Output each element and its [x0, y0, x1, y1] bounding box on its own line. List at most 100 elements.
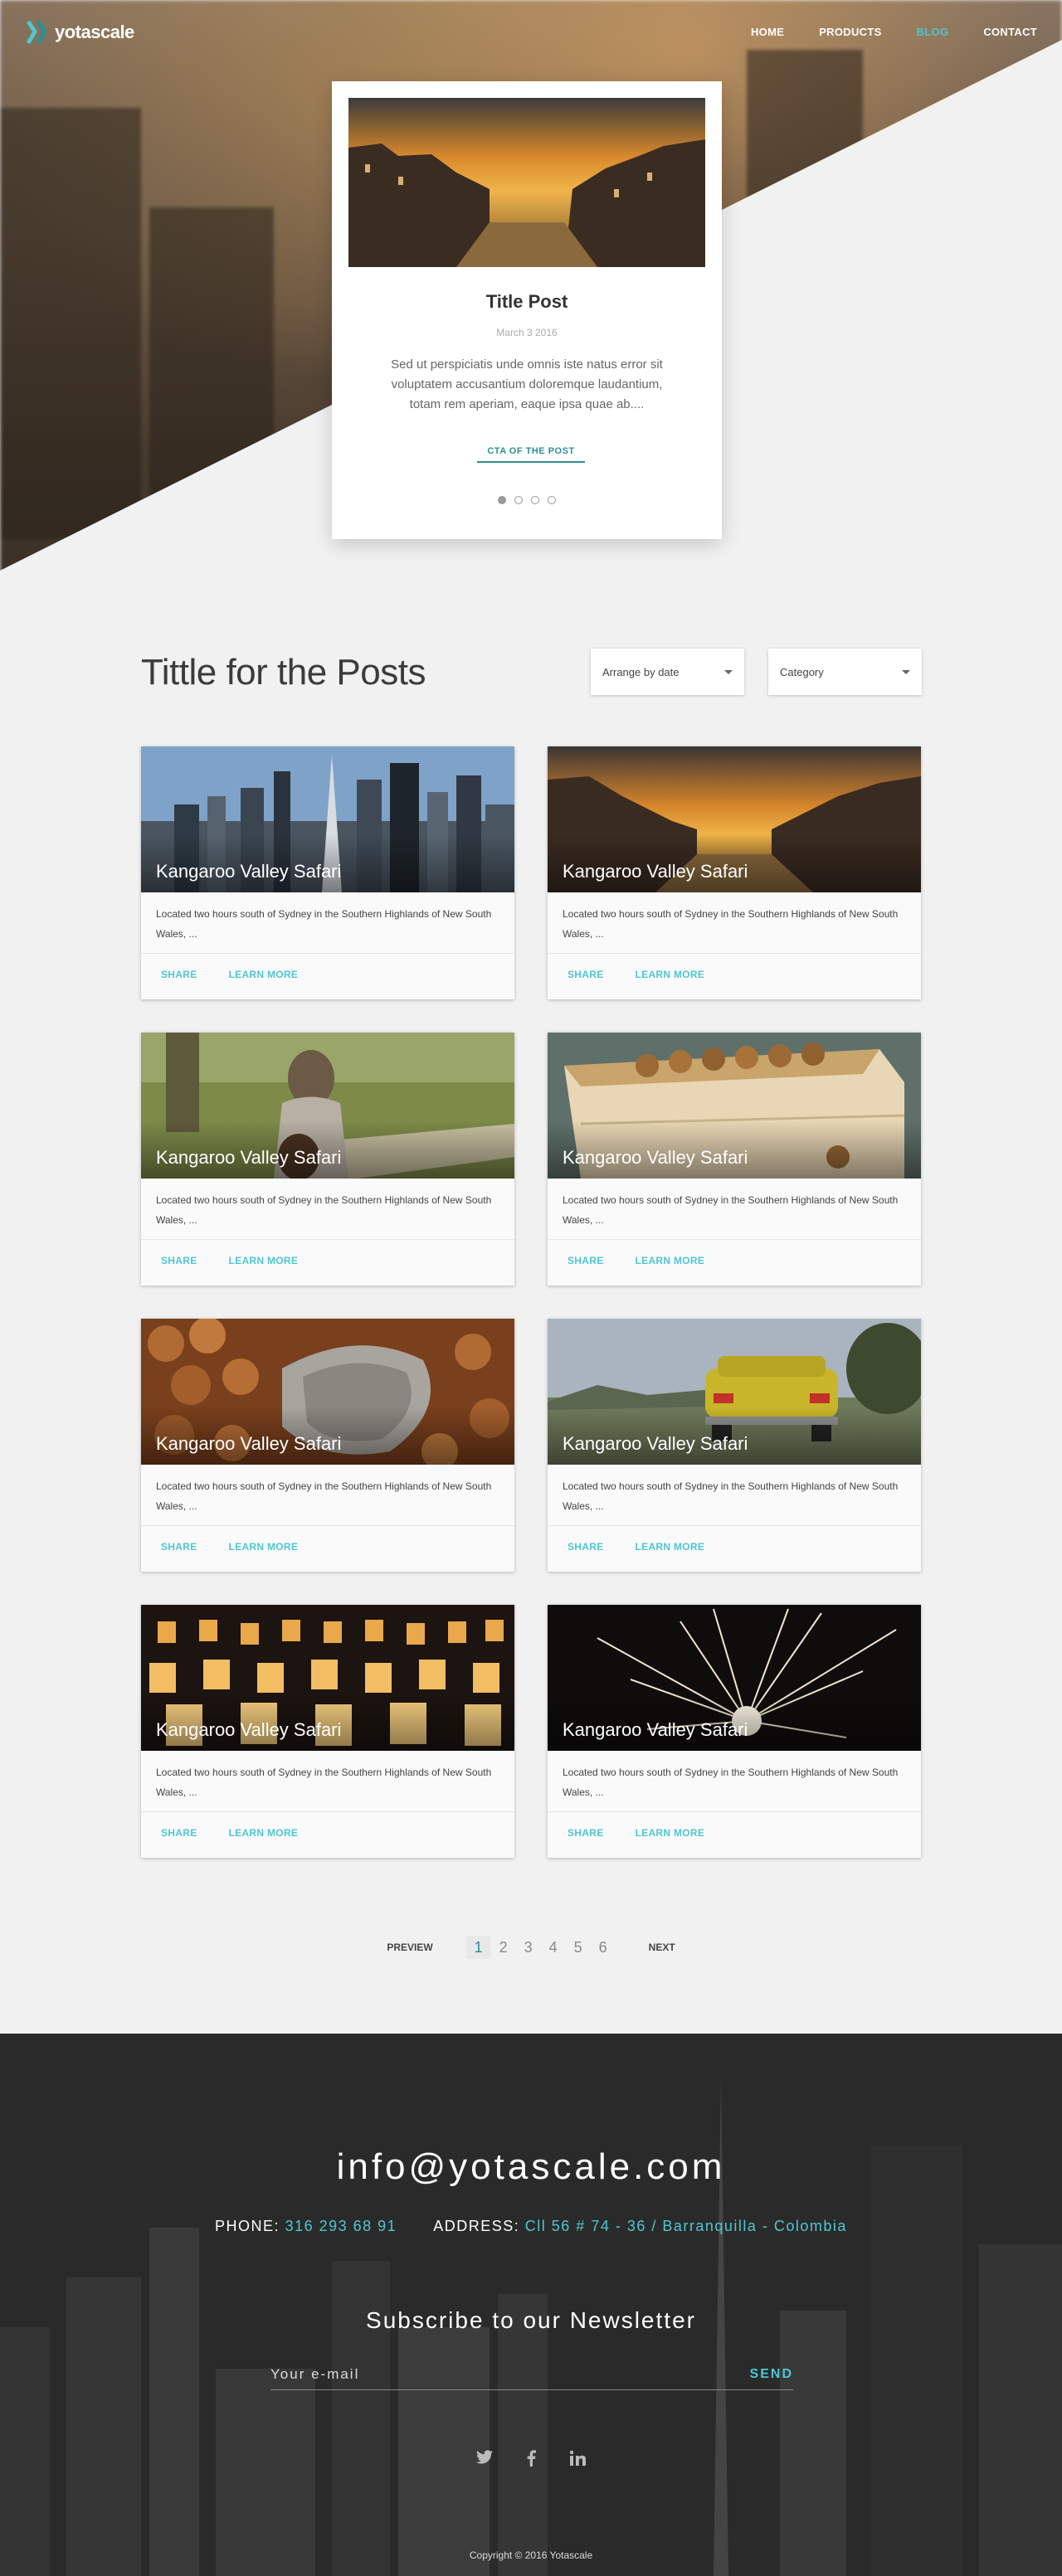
post-card-actions: SHARE LEARN MORE: [141, 1526, 514, 1567]
share-button[interactable]: SHARE: [568, 1827, 604, 1839]
post-card: Kangaroo Valley Safari Located two hours…: [548, 746, 921, 999]
logo[interactable]: yotascale: [23, 18, 134, 46]
post-card-actions: SHARE LEARN MORE: [548, 1240, 921, 1281]
logo-mark-icon: [23, 18, 50, 46]
learn-more-button[interactable]: LEARN MORE: [636, 1541, 705, 1553]
share-button[interactable]: SHARE: [568, 969, 604, 980]
post-card-actions: SHARE LEARN MORE: [548, 1526, 921, 1567]
post-image-girl-guitar[interactable]: Kangaroo Valley Safari: [141, 1033, 514, 1179]
posts-section: Tittle for the Posts Arrange by date Cat…: [0, 581, 1062, 2034]
carousel-dot[interactable]: [548, 496, 556, 504]
nav-link-home[interactable]: HOME: [751, 26, 784, 38]
share-button[interactable]: SHARE: [161, 1541, 197, 1553]
post-card-title[interactable]: Kangaroo Valley Safari: [156, 1719, 341, 1741]
nav-link-products[interactable]: PRODUCTS: [819, 26, 881, 38]
post-card: Kangaroo Valley Safari Located two hours…: [141, 746, 514, 999]
footer-email[interactable]: info@yotascale.com: [0, 2146, 1062, 2188]
caret-down-icon: [724, 669, 733, 674]
phone-value[interactable]: 316 293 68 91: [285, 2218, 397, 2234]
footer: info@yotascale.com PHONE: 316 293 68 91 …: [0, 2034, 1062, 2576]
page-link-6[interactable]: 6: [591, 1936, 616, 1959]
nav-link-blog[interactable]: BLOG: [917, 26, 949, 38]
post-image-walnut-crate[interactable]: Kangaroo Valley Safari: [548, 1033, 921, 1179]
post-card-title[interactable]: Kangaroo Valley Safari: [156, 1433, 341, 1455]
post-card-title[interactable]: Kangaroo Valley Safari: [156, 1147, 341, 1169]
page-link-3[interactable]: 3: [516, 1936, 541, 1959]
post-image-yellow-car[interactable]: Kangaroo Valley Safari: [548, 1319, 921, 1465]
page-link-5[interactable]: 5: [566, 1936, 591, 1959]
learn-more-button[interactable]: LEARN MORE: [636, 1827, 705, 1839]
learn-more-button[interactable]: LEARN MORE: [229, 1255, 299, 1266]
page-link-4[interactable]: 4: [541, 1936, 566, 1959]
posts-grid: Kangaroo Valley Safari Located two hours…: [141, 746, 921, 1858]
sort-select[interactable]: Arrange by date: [591, 649, 744, 695]
post-card-text: Located two hours south of Sydney in the…: [548, 1751, 921, 1812]
post-card-actions: SHARE LEARN MORE: [141, 1240, 514, 1281]
post-card-text: Located two hours south of Sydney in the…: [141, 1751, 514, 1812]
page-link-1[interactable]: 1: [465, 1936, 491, 1959]
post-card: Kangaroo Valley Safari Located two hours…: [141, 1605, 514, 1858]
linkedin-icon[interactable]: [568, 2450, 587, 2472]
nav-link-contact[interactable]: CONTACT: [983, 26, 1037, 38]
learn-more-button[interactable]: LEARN MORE: [229, 1541, 299, 1553]
share-button[interactable]: SHARE: [161, 1255, 197, 1266]
footer-contacts: PHONE: 316 293 68 91 ADDRESS: Cll 56 # 7…: [0, 2218, 1062, 2235]
social-links: [0, 2450, 1062, 2472]
post-card-text: Located two hours south of Sydney in the…: [548, 892, 921, 954]
footer-city-background: [0, 2034, 1062, 2576]
newsletter-form: SEND: [270, 2359, 793, 2390]
pagination-prev-button[interactable]: PREVIEW: [387, 1942, 432, 1953]
facebook-icon[interactable]: [522, 2450, 540, 2472]
post-card-actions: SHARE LEARN MORE: [141, 954, 514, 995]
address-label: ADDRESS:: [433, 2218, 520, 2234]
carousel-dot[interactable]: [531, 496, 539, 504]
featured-post-title[interactable]: Title Post: [332, 291, 722, 313]
pagination: PREVIEW 1 2 3 4 5 6 NEXT: [0, 1936, 1062, 1959]
posts-heading: Tittle for the Posts: [141, 652, 426, 693]
learn-more-button[interactable]: LEARN MORE: [636, 969, 705, 980]
learn-more-button[interactable]: LEARN MORE: [229, 1827, 299, 1839]
post-card-text: Located two hours south of Sydney in the…: [548, 1465, 921, 1526]
post-card-title[interactable]: Kangaroo Valley Safari: [156, 861, 341, 882]
featured-post-excerpt: Sed ut perspiciatis unde omnis iste natu…: [391, 357, 663, 411]
page-link-2[interactable]: 2: [491, 1936, 516, 1959]
newsletter-send-button[interactable]: SEND: [750, 2359, 793, 2389]
share-button[interactable]: SHARE: [161, 969, 197, 980]
share-button[interactable]: SHARE: [568, 1541, 604, 1553]
copyright: Copyright © 2016 Yotascale: [469, 2549, 593, 2561]
post-card-title[interactable]: Kangaroo Valley Safari: [563, 861, 748, 882]
address-value: Cll 56 # 74 - 36 / Barranquilla - Colomb…: [524, 2218, 847, 2234]
post-card-title[interactable]: Kangaroo Valley Safari: [563, 1433, 748, 1455]
carousel-dot[interactable]: [514, 496, 523, 504]
logo-text: yotascale: [55, 22, 134, 42]
post-image-sparkler[interactable]: Kangaroo Valley Safari: [548, 1605, 921, 1751]
phone-label: PHONE:: [215, 2218, 280, 2234]
newsletter-title: Subscribe to our Newsletter: [366, 2307, 696, 2333]
post-card: Kangaroo Valley Safari Located two hours…: [141, 1033, 514, 1286]
pagination-next-button[interactable]: NEXT: [649, 1942, 675, 1953]
featured-post-cta[interactable]: CTA OF THE POST: [477, 446, 585, 463]
twitter-icon[interactable]: [475, 2450, 494, 2472]
share-button[interactable]: SHARE: [568, 1255, 604, 1266]
post-image-hazelnut-scoop[interactable]: Kangaroo Valley Safari: [141, 1319, 514, 1465]
learn-more-button[interactable]: LEARN MORE: [229, 969, 299, 980]
post-card-title[interactable]: Kangaroo Valley Safari: [563, 1719, 748, 1741]
post-card: Kangaroo Valley Safari Located two hours…: [548, 1033, 921, 1286]
featured-post-date: March 3 2016: [496, 327, 558, 338]
learn-more-button[interactable]: LEARN MORE: [636, 1255, 705, 1266]
category-select[interactable]: Category: [768, 649, 922, 695]
carousel-dots: [332, 496, 722, 504]
post-image-lanterns[interactable]: Kangaroo Valley Safari: [141, 1605, 514, 1751]
sort-select-value: Arrange by date: [602, 665, 680, 678]
post-card-actions: SHARE LEARN MORE: [141, 1812, 514, 1854]
post-card: Kangaroo Valley Safari Located two hours…: [141, 1319, 514, 1572]
newsletter-email-input[interactable]: [270, 2359, 685, 2389]
post-card-title[interactable]: Kangaroo Valley Safari: [563, 1147, 748, 1169]
post-card-text: Located two hours south of Sydney in the…: [141, 1179, 514, 1240]
post-image-canal-sunset[interactable]: Kangaroo Valley Safari: [548, 746, 921, 892]
post-card-text: Located two hours south of Sydney in the…: [141, 892, 514, 954]
carousel-dot[interactable]: [498, 496, 506, 504]
category-select-value: Category: [780, 665, 824, 678]
share-button[interactable]: SHARE: [161, 1827, 197, 1839]
post-image-city-skyline[interactable]: Kangaroo Valley Safari: [141, 746, 514, 892]
